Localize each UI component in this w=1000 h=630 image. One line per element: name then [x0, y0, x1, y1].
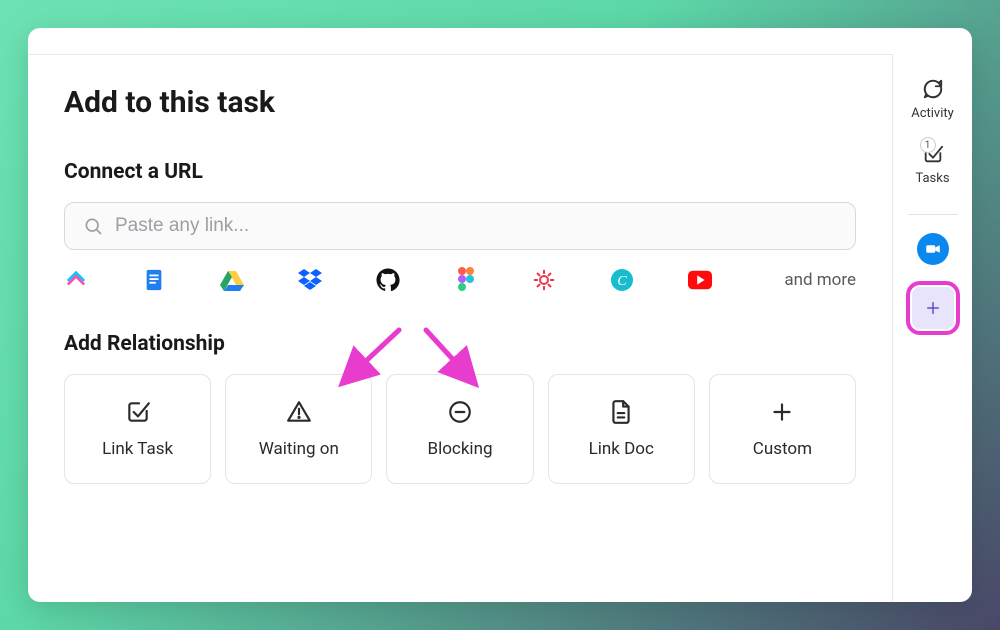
relationship-cards: Link Task Waiting on Blocking Link Doc C…: [64, 374, 856, 484]
app-window: Add to this task Connect a URL: [28, 28, 972, 602]
card-label: Link Task: [102, 439, 173, 459]
link-doc-card[interactable]: Link Doc: [548, 374, 695, 484]
google-docs-icon[interactable]: [142, 268, 166, 292]
search-icon: [83, 216, 103, 236]
sidebar-tasks[interactable]: 1 Tasks: [915, 143, 949, 186]
relationship-section: Add Relationship Link Task Waiting on: [64, 332, 856, 484]
main-panel: Add to this task Connect a URL: [28, 54, 892, 602]
check-square-icon: [125, 399, 151, 425]
service-icon-row: C and more: [64, 268, 856, 292]
github-icon[interactable]: [376, 268, 400, 292]
and-more-label[interactable]: and more: [784, 270, 856, 290]
plus-icon: [769, 399, 795, 425]
url-input[interactable]: [115, 215, 837, 237]
sidebar-label: Activity: [911, 106, 954, 121]
loom-icon[interactable]: [532, 268, 556, 292]
plus-icon: [924, 299, 942, 317]
right-sidebar: Activity 1 Tasks: [892, 54, 972, 602]
svg-text:C: C: [617, 274, 627, 289]
connect-url-heading: Connect a URL: [64, 160, 856, 184]
zoom-button[interactable]: [917, 233, 949, 265]
minus-circle-icon: [447, 399, 473, 425]
blocking-card[interactable]: Blocking: [386, 374, 533, 484]
sidebar-activity[interactable]: Activity: [911, 78, 954, 121]
video-camera-icon: [924, 240, 942, 258]
dropbox-icon[interactable]: [298, 268, 322, 292]
relationship-heading: Add Relationship: [64, 332, 856, 356]
figma-icon[interactable]: [454, 268, 478, 292]
card-label: Blocking: [428, 439, 493, 459]
clickup-icon[interactable]: [64, 268, 88, 292]
card-label: Waiting on: [259, 439, 339, 459]
waiting-on-card[interactable]: Waiting on: [225, 374, 372, 484]
card-label: Custom: [753, 439, 812, 459]
document-icon: [608, 399, 634, 425]
add-button[interactable]: [912, 287, 954, 329]
google-drive-icon[interactable]: [220, 268, 244, 292]
warning-triangle-icon: [286, 399, 312, 425]
youtube-icon[interactable]: [688, 268, 712, 292]
url-input-container[interactable]: [64, 202, 856, 250]
sidebar-divider: [908, 214, 958, 215]
page-title: Add to this task: [64, 85, 856, 120]
sidebar-label: Tasks: [915, 171, 949, 186]
card-label: Link Doc: [589, 439, 654, 459]
link-task-card[interactable]: Link Task: [64, 374, 211, 484]
tasks-badge: 1: [920, 137, 936, 153]
canva-icon[interactable]: C: [610, 268, 634, 292]
chat-bubble-icon: [922, 78, 944, 100]
custom-card[interactable]: Custom: [709, 374, 856, 484]
